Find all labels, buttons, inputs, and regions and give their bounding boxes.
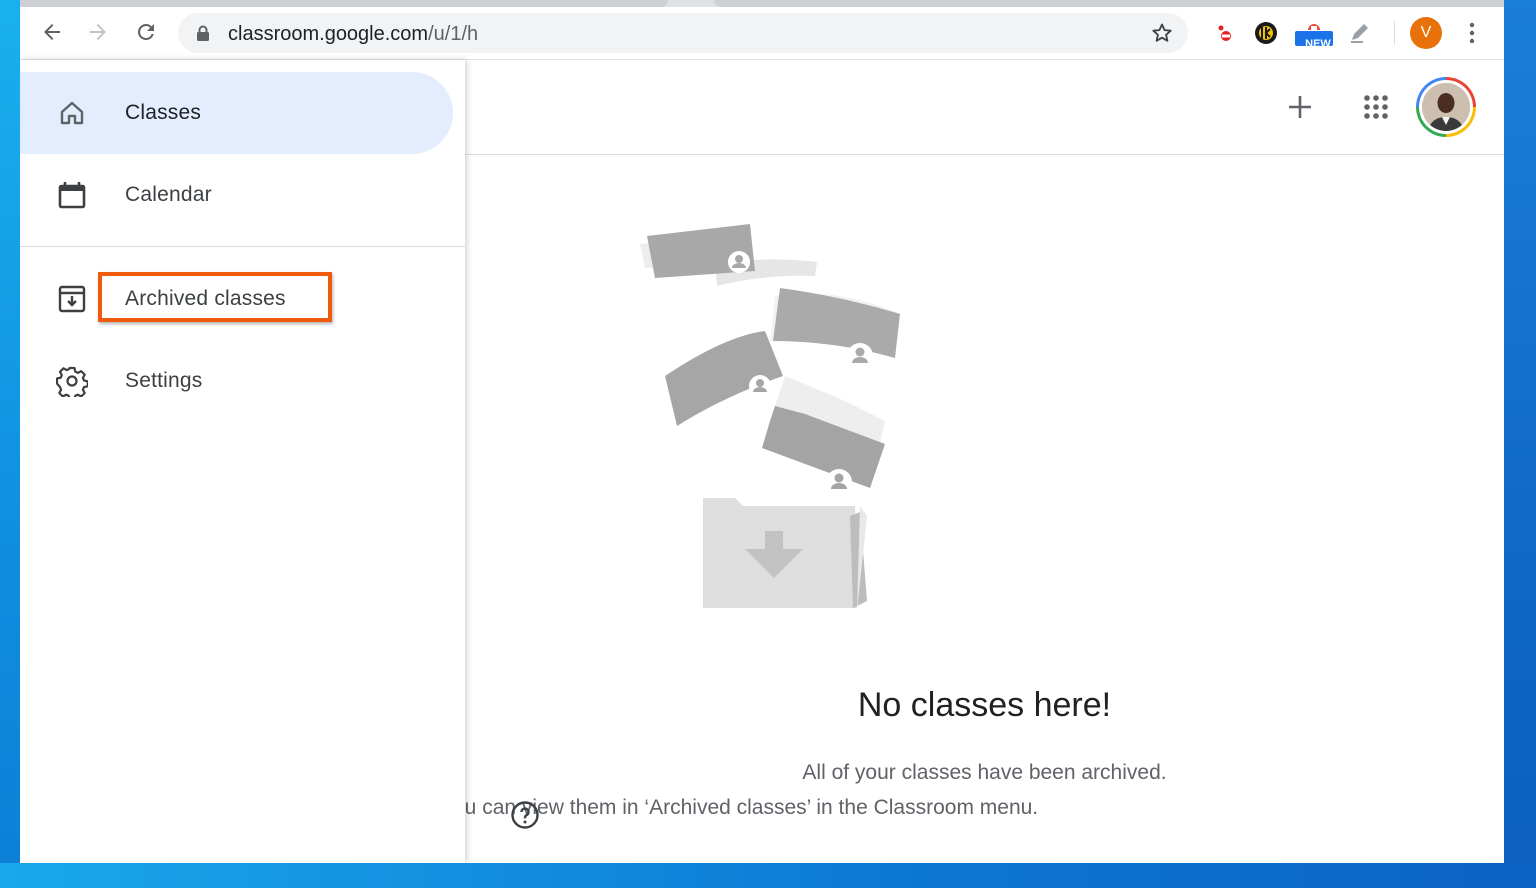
background-tab[interactable] — [714, 0, 1504, 7]
nav-item-calendar[interactable]: Calendar — [20, 154, 453, 236]
reload-icon — [138, 23, 154, 40]
browser-toolbar: classroom.google.com/u/1/h NEW V — [20, 7, 1504, 60]
nav-label-settings: Settings — [125, 369, 203, 392]
desktop-background-right — [1504, 0, 1536, 888]
background-tab[interactable] — [20, 0, 668, 7]
gear-icon — [56, 366, 88, 397]
apps-grid-icon — [1364, 95, 1388, 119]
archived-classes-illustration — [640, 224, 900, 611]
forward-button[interactable] — [83, 17, 113, 47]
annotation-highlight-box — [98, 272, 332, 322]
extension-button[interactable] — [1346, 19, 1374, 47]
browser-menu-button[interactable] — [1460, 19, 1484, 47]
back-button[interactable] — [37, 17, 67, 47]
toolbar-divider — [1394, 21, 1395, 45]
extension-yellow-icon — [1255, 22, 1277, 44]
url-path: /u/1/h — [428, 23, 479, 45]
archive-icon — [58, 285, 86, 313]
extension-new-badge: NEW — [1305, 38, 1331, 50]
address-bar[interactable]: classroom.google.com/u/1/h — [178, 13, 1188, 53]
arrow-right-icon — [90, 24, 106, 40]
navigation-drawer: Classes Calendar Archived classes Settin… — [20, 60, 465, 863]
nav-label-classes: Classes — [125, 101, 202, 124]
tab-strip — [20, 0, 1504, 7]
arrow-left-icon — [44, 24, 60, 40]
extension-red-icon — [1218, 25, 1231, 41]
extension-pen-icon — [1351, 24, 1368, 43]
avatar — [1422, 83, 1470, 131]
extension-button[interactable] — [1252, 19, 1280, 47]
desktop-background-bottom — [0, 863, 1536, 888]
extension-button[interactable] — [1210, 19, 1238, 47]
nav-label-calendar: Calendar — [125, 183, 212, 206]
empty-state-message: All of your classes have been archived. — [802, 761, 1167, 784]
bookmark-star-icon[interactable] — [1150, 21, 1174, 45]
google-apps-button[interactable] — [1352, 83, 1400, 131]
main-content: No classes here! All of your classes hav… — [465, 156, 1504, 863]
home-icon — [60, 101, 84, 125]
drawer-divider — [20, 246, 465, 247]
empty-state-hint: ou can view them in ‘Archived classes’ i… — [465, 796, 1039, 819]
url-host: classroom.google.com — [228, 23, 429, 45]
account-avatar[interactable] — [1416, 77, 1476, 137]
nav-item-classes[interactable]: Classes — [20, 72, 453, 154]
plus-icon — [1289, 96, 1311, 118]
reload-button[interactable] — [131, 17, 161, 47]
create-or-join-button[interactable] — [1276, 83, 1324, 131]
more-vert-icon — [1469, 22, 1475, 44]
browser-window: classroom.google.com/u/1/h NEW V Classes… — [20, 0, 1504, 863]
calendar-icon — [58, 182, 86, 209]
url-text: classroom.google.com/u/1/h — [228, 23, 478, 46]
desktop-background-left — [0, 0, 20, 888]
empty-state-title: No classes here! — [857, 686, 1112, 724]
nav-item-settings[interactable]: Settings — [20, 340, 453, 422]
help-icon[interactable] — [510, 800, 540, 830]
browser-profile-button[interactable]: V — [1410, 17, 1442, 49]
lock-icon — [197, 25, 209, 41]
profile-photo — [1422, 83, 1470, 131]
